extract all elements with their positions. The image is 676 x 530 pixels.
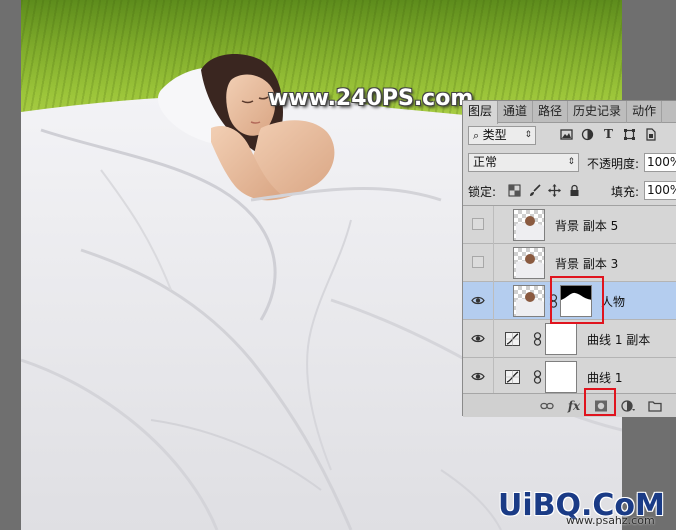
blend-mode-label: 正常 <box>473 155 498 169</box>
shape-icon[interactable] <box>623 128 636 141</box>
chain-link-icon[interactable] <box>533 370 542 384</box>
site-url: www.psahz.com <box>566 514 655 527</box>
blend-row: 正常 ⇕ 不透明度: 100% <box>468 153 676 175</box>
folder-icon[interactable] <box>648 399 662 413</box>
tab-paths[interactable]: 路径 <box>533 101 569 123</box>
curves-adjustment-icon <box>505 332 520 346</box>
tab-channels[interactable]: 通道 <box>498 101 534 123</box>
lock-icon[interactable] <box>568 184 581 197</box>
lock-transparent-icon[interactable] <box>508 184 521 197</box>
layer-mask-thumbnail[interactable] <box>545 361 577 393</box>
eye-icon[interactable] <box>471 370 485 383</box>
row-divider <box>493 358 494 396</box>
tab-history[interactable]: 历史记录 <box>568 101 628 123</box>
filter-kind-label: 类型 <box>482 128 507 142</box>
type-icon[interactable]: T <box>602 128 615 141</box>
panel-footer: fx <box>463 393 676 417</box>
watermark-text: www.240PS.com <box>268 86 474 111</box>
opacity-label: 不透明度: <box>587 157 640 171</box>
highlight-mask-box <box>550 276 604 324</box>
blend-mode-select[interactable]: 正常 ⇕ <box>468 153 579 172</box>
row-divider <box>493 206 494 244</box>
layer-thumbnail <box>513 285 545 317</box>
highlight-add-mask-box <box>584 388 616 416</box>
image-icon[interactable] <box>560 128 573 141</box>
curves-adjustment-icon <box>505 370 520 384</box>
fill-input[interactable]: 100% <box>644 181 676 200</box>
smart-object-icon[interactable] <box>644 128 657 141</box>
eye-icon[interactable] <box>471 294 485 307</box>
layer-name: 人物 <box>601 295 626 309</box>
layer-name: 背景 副本 3 <box>555 257 619 271</box>
row-divider <box>493 320 494 358</box>
chevron-updown-icon: ⇕ <box>567 157 575 167</box>
layer-row[interactable]: 曲线 1 副本 <box>463 320 676 358</box>
visibility-toggle-off[interactable] <box>472 256 484 268</box>
visibility-toggle-off[interactable] <box>472 218 484 230</box>
layer-mask-thumbnail[interactable] <box>545 323 577 355</box>
search-icon: ⌕ <box>473 129 483 142</box>
layer-thumbnail <box>513 209 545 241</box>
layers-panel[interactable]: 图层 通道 路径 历史记录 动作 ⌕ 类型 ⇕ T 正常 ⇕ 不透明度: 100 <box>462 100 676 417</box>
lock-row: 锁定: 填充: 100% <box>468 181 676 203</box>
layer-name: 背景 副本 5 <box>555 219 619 233</box>
layer-row[interactable]: 曲线 1 <box>463 358 676 396</box>
adjustment-icon[interactable] <box>621 399 635 413</box>
brush-icon[interactable] <box>528 184 541 197</box>
layer-name: 曲线 1 副本 <box>587 333 651 347</box>
panel-tabs: 图层 通道 路径 历史记录 动作 <box>463 101 676 124</box>
tab-actions[interactable]: 动作 <box>627 101 663 123</box>
filter-kind-select[interactable]: ⌕ 类型 ⇕ <box>468 126 536 145</box>
opacity-input[interactable]: 100% <box>644 153 676 172</box>
chain-link-icon[interactable] <box>533 332 542 346</box>
eye-icon[interactable] <box>471 332 485 345</box>
layer-row[interactable]: 背景 副本 5 <box>463 206 676 244</box>
layer-thumbnail <box>513 247 545 279</box>
link-icon[interactable] <box>540 399 554 413</box>
fill-label: 填充: <box>611 185 640 199</box>
tab-layers[interactable]: 图层 <box>463 101 499 124</box>
move-icon[interactable] <box>548 184 561 197</box>
layer-name: 曲线 1 <box>587 371 623 385</box>
layer-filter-row: ⌕ 类型 ⇕ T <box>468 125 673 147</box>
fx-icon[interactable]: fx <box>567 399 581 413</box>
adjust-icon[interactable] <box>581 128 594 141</box>
chevron-updown-icon: ⇕ <box>524 130 532 140</box>
lock-label: 锁定: <box>468 185 497 199</box>
row-divider <box>493 282 494 320</box>
row-divider <box>493 244 494 282</box>
